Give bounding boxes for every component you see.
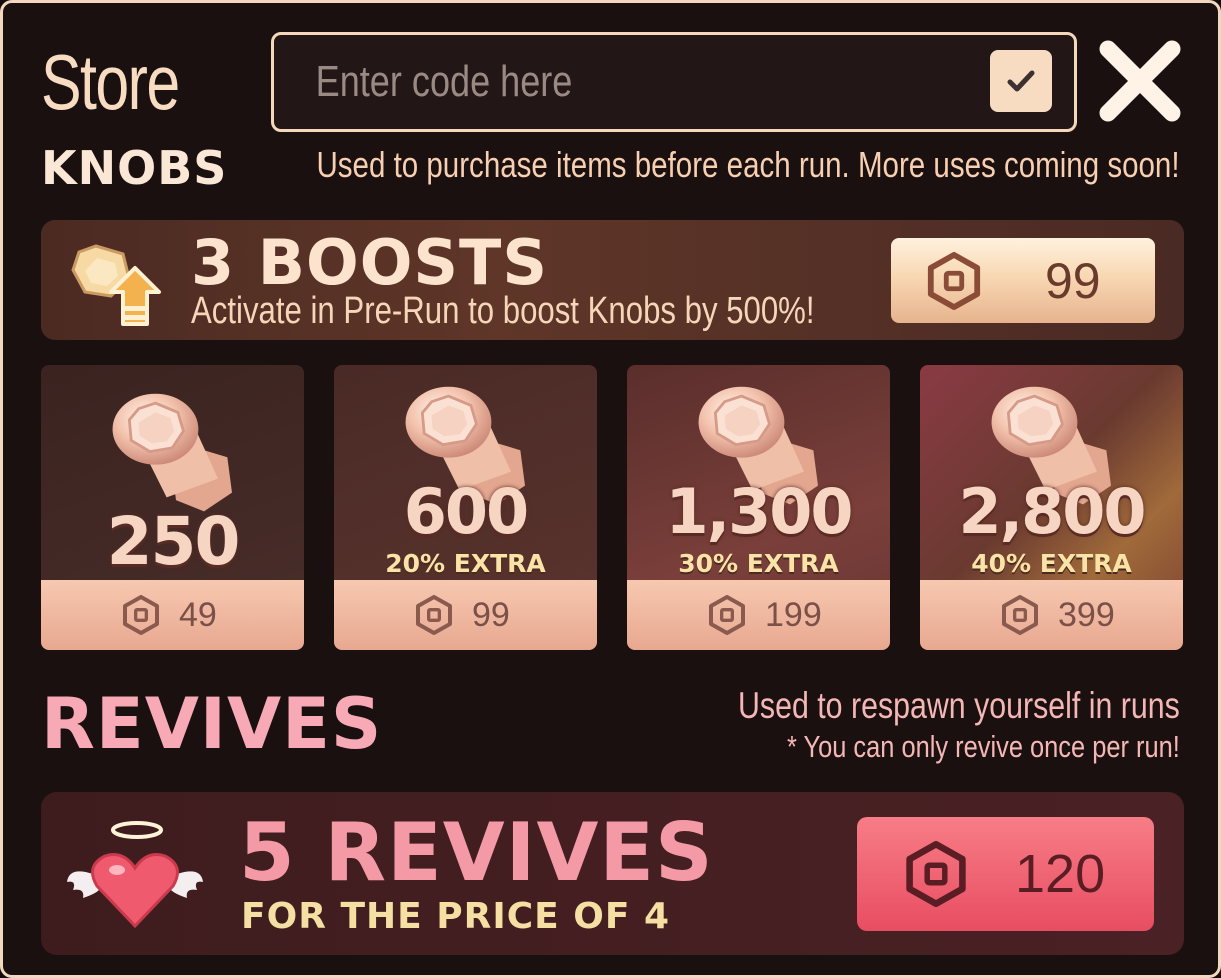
- pack-buy-button[interactable]: 99: [334, 580, 597, 650]
- winged-heart-icon: [67, 821, 203, 929]
- pack-price: 399: [1058, 595, 1115, 634]
- revive-buy-button[interactable]: 120: [857, 817, 1154, 931]
- boost-buy-button[interactable]: 99: [891, 238, 1155, 323]
- pack-extra: 30% EXTRA: [678, 549, 839, 578]
- checkmark-icon: [1007, 70, 1035, 92]
- revive-offer-title: 5 REVIVES: [239, 806, 714, 899]
- knobs-description: Used to purchase items before each run. …: [316, 144, 1180, 185]
- pack-price: 99: [472, 595, 510, 634]
- robux-icon: [414, 595, 454, 635]
- close-icon: [1099, 40, 1181, 122]
- revives-description: Used to respawn yourself in runs * You c…: [641, 685, 1180, 765]
- boost-subtitle: Activate in Pre-Run to boost Knobs by 50…: [191, 290, 815, 332]
- robux-icon: [1000, 595, 1040, 635]
- pack-buy-button[interactable]: 199: [627, 580, 890, 650]
- pack-buy-button[interactable]: 399: [920, 580, 1183, 650]
- pack-price: 199: [765, 595, 822, 634]
- code-entry-box: [271, 32, 1077, 132]
- revives-description-line2: * You can only revive once per run!: [787, 729, 1180, 764]
- robux-icon: [707, 595, 747, 635]
- pack-amount: 250: [106, 503, 241, 580]
- revive-price: 120: [1015, 844, 1106, 904]
- robux-icon: [903, 841, 969, 907]
- knob-pack-card[interactable]: 2,800 40% EXTRA 399: [920, 365, 1183, 650]
- pack-price: 49: [179, 595, 217, 634]
- boost-title: 3 BOOSTS: [191, 226, 548, 299]
- knob-pack-card[interactable]: 600 20% EXTRA 99: [334, 365, 597, 650]
- knob-boost-icon: [71, 244, 161, 326]
- revives-section-title: REVIVES: [41, 683, 383, 765]
- boost-price: 99: [1045, 252, 1101, 309]
- revive-offer-subtitle: FOR THE PRICE OF 4: [241, 896, 671, 937]
- revive-offer: 5 REVIVES FOR THE PRICE OF 4 120: [41, 792, 1184, 955]
- pack-buy-button[interactable]: 49: [41, 580, 304, 650]
- knobs-section-title: KNOBS: [41, 141, 228, 195]
- close-button[interactable]: [1098, 39, 1182, 123]
- boost-offer: 3 BOOSTS Activate in Pre-Run to boost Kn…: [41, 220, 1184, 340]
- page-title: Store: [41, 38, 180, 126]
- pack-extra: 40% EXTRA: [971, 549, 1132, 578]
- revives-description-line1: Used to respawn yourself in runs: [738, 685, 1180, 726]
- knob-pack-card[interactable]: 250 49: [41, 365, 304, 650]
- code-input[interactable]: [314, 53, 843, 111]
- knob-pack-card[interactable]: 1,300 30% EXTRA 199: [627, 365, 890, 650]
- submit-code-button[interactable]: [990, 50, 1052, 112]
- robux-icon: [925, 252, 983, 310]
- pack-amount: 2,800: [958, 475, 1146, 548]
- pack-amount: 600: [403, 475, 529, 548]
- pack-extra: 20% EXTRA: [385, 549, 546, 578]
- pack-amount: 1,300: [665, 475, 853, 548]
- store-panel: Store KNOBS Used to purchase items befor…: [0, 0, 1221, 978]
- robux-icon: [121, 595, 161, 635]
